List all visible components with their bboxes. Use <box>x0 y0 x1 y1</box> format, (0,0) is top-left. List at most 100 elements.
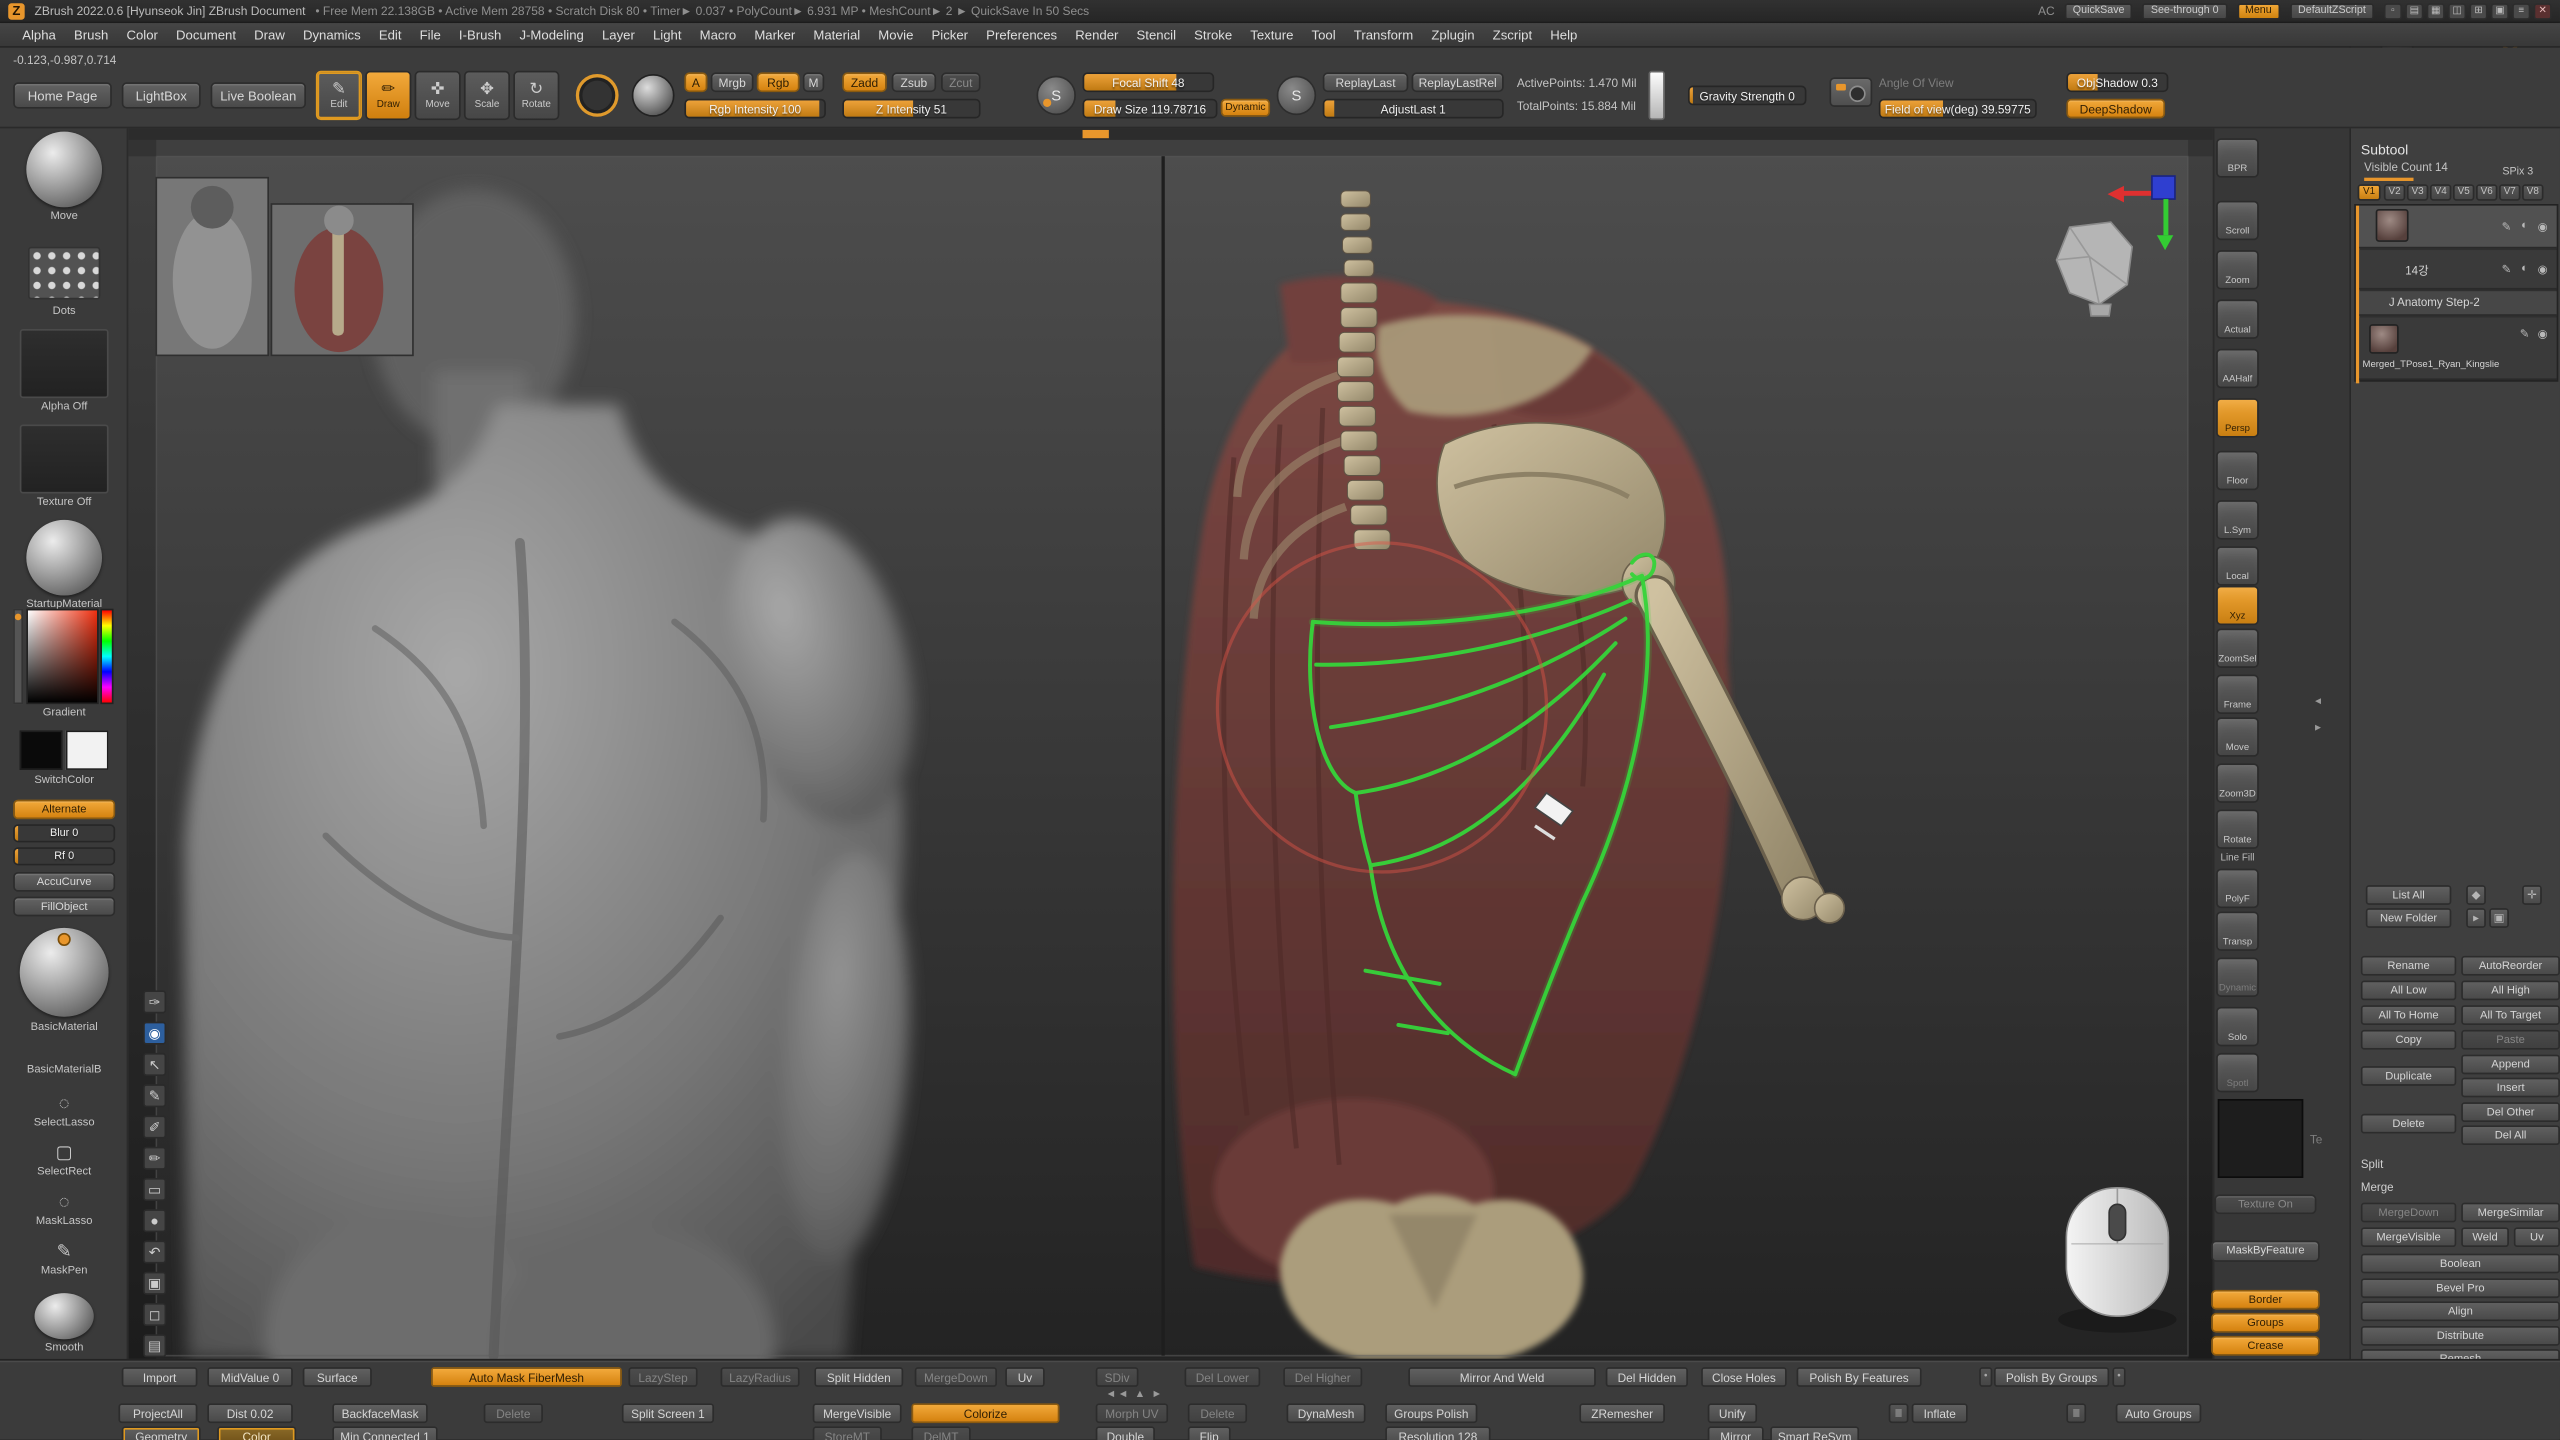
bottom-button-auto-mask-fibermesh[interactable]: Auto Mask FiberMesh <box>431 1367 622 1387</box>
variant-tab-v1[interactable]: V1 <box>2358 184 2381 200</box>
shelf-move[interactable]: Move <box>2216 717 2259 756</box>
target-icon[interactable]: ✛ <box>2522 885 2542 905</box>
see-through-slider[interactable]: See-through 0 <box>2143 2 2227 18</box>
menu-movie[interactable]: Movie <box>869 27 922 42</box>
subtool-button-uv[interactable]: Uv <box>2514 1227 2560 1247</box>
variant-tab-v8[interactable]: V8 <box>2522 184 2543 200</box>
marker-icon[interactable]: ✐ <box>143 1115 166 1138</box>
edit-pen-icon[interactable]: ✎ <box>143 1084 166 1107</box>
bottom-button-dynamesh[interactable]: DynaMesh <box>1287 1403 1366 1423</box>
secondary-color-swatch[interactable] <box>66 730 109 769</box>
tile-icon[interactable]: ⊞ <box>2469 2 2487 18</box>
shelf-solo[interactable]: Solo <box>2216 1007 2259 1046</box>
bottom-button-18[interactable]: • <box>2112 1367 2125 1387</box>
bottom-button-polish-by-groups[interactable]: Polish By Groups <box>1994 1367 2109 1387</box>
shelf-bpr[interactable]: BPR <box>2216 138 2259 177</box>
select-rect-icon[interactable]: ▢ <box>49 1142 79 1165</box>
shelf-frame[interactable]: Frame <box>2216 675 2259 714</box>
primary-color-swatch[interactable] <box>20 730 63 769</box>
image-icon[interactable]: ▤ <box>143 1334 166 1357</box>
subtool-action-new-folder[interactable]: New Folder <box>2366 908 2452 928</box>
menu-picker[interactable]: Picker <box>922 27 977 42</box>
menu-file[interactable]: File <box>411 27 450 42</box>
bottom-button-zremesher[interactable]: ZRemesher <box>1579 1403 1665 1423</box>
shelf-scroll[interactable]: Scroll <box>2216 201 2259 240</box>
menu-stroke[interactable]: Stroke <box>1185 27 1241 42</box>
menu-i-brush[interactable]: I-Brush <box>450 27 511 42</box>
subtool-button-autoreorder[interactable]: AutoReorder <box>2461 956 2560 976</box>
groups-button[interactable]: Groups <box>2211 1313 2320 1333</box>
rf-slider[interactable]: Rf 0 <box>13 847 115 865</box>
z-intensity-slider[interactable]: Z Intensity 51 <box>842 99 980 119</box>
spix-label[interactable]: SPix 3 <box>2502 166 2533 178</box>
subtool-button-distribute[interactable]: Distribute <box>2361 1326 2560 1346</box>
history-thumbnails[interactable] <box>156 178 413 356</box>
bottom-button-15[interactable]: ≣ <box>2066 1403 2086 1423</box>
menu-tool[interactable]: Tool <box>1302 27 1344 42</box>
subtool-button-merge[interactable]: Merge <box>2361 1178 2443 1198</box>
focal-shift-slider[interactable]: Focal Shift 48 <box>1083 72 1215 92</box>
select-lasso-icon[interactable]: ◌ <box>49 1092 79 1115</box>
stroke-replay-icon[interactable]: S <box>1277 76 1316 115</box>
subtool-button-all-high[interactable]: All High <box>2461 981 2560 1001</box>
eye-icon[interactable]: ◉ <box>143 1022 166 1045</box>
subtool-button-append[interactable]: Append <box>2461 1055 2560 1075</box>
pin-icon[interactable]: ▫ <box>2384 2 2402 18</box>
bottom-button-delete[interactable]: Delete <box>1188 1403 1247 1423</box>
focal-shift-icon[interactable]: S <box>1036 76 1075 115</box>
bottom-button-13[interactable]: ≣ <box>1889 1403 1909 1423</box>
menu-edit[interactable]: Edit <box>370 27 411 42</box>
menu-light[interactable]: Light <box>644 27 691 42</box>
bottom-button-geometry[interactable]: Geometry <box>122 1426 201 1440</box>
hue-strip[interactable] <box>100 609 113 704</box>
dynamic-toggle[interactable]: Dynamic <box>1221 99 1270 117</box>
bottom-button-smart-resym[interactable]: Smart ReSym <box>1770 1426 1859 1440</box>
menu-zscript[interactable]: Zscript <box>1484 27 1542 42</box>
dock-icon[interactable]: ▣ <box>2491 2 2509 18</box>
bottom-button-polish-by-features[interactable]: Polish By Features <box>1797 1367 1922 1387</box>
subtool-folder-row[interactable]: J Anatomy Step-2 <box>2359 291 2556 316</box>
subtool-action-list-all[interactable]: List All <box>2366 885 2452 905</box>
shelf-transp[interactable]: Transp <box>2216 911 2259 950</box>
zcut-button[interactable]: Zcut <box>941 72 980 92</box>
bottom-button-colorize[interactable]: Colorize <box>911 1403 1059 1423</box>
accucurve-button[interactable]: AccuCurve <box>13 872 115 892</box>
subtool-button-mergesimilar[interactable]: MergeSimilar <box>2461 1203 2560 1223</box>
bottom-button-backfacemask[interactable]: BackfaceMask <box>332 1403 427 1423</box>
mask-by-feature-button[interactable]: MaskByFeature <box>2211 1240 2320 1261</box>
subtool-button-align[interactable]: Align <box>2361 1301 2560 1321</box>
visibility-eye-icon[interactable]: ◉ <box>2535 327 2550 340</box>
stroke-thumbnail[interactable] <box>28 247 100 300</box>
shelf-l-sym[interactable]: L.Sym <box>2216 500 2259 539</box>
bottom-button-lazyradius[interactable]: LazyRadius <box>721 1367 800 1387</box>
camera-icon[interactable] <box>1829 77 1872 107</box>
menu-marker[interactable]: Marker <box>745 27 804 42</box>
mode-button-rotate[interactable]: ↻Rotate <box>513 71 559 120</box>
bottom-button-projectall[interactable]: ProjectAll <box>118 1403 197 1423</box>
deep-shadow-button[interactable]: DeepShadow <box>2066 99 2165 119</box>
subtool-button-all-low[interactable]: All Low <box>2361 981 2456 1001</box>
menu-color[interactable]: Color <box>117 27 167 42</box>
shelf-aahalf[interactable]: AAHalf <box>2216 349 2259 388</box>
subtool-button-del-all[interactable]: Del All <box>2461 1125 2560 1145</box>
mode-button-draw[interactable]: ✏Draw <box>365 71 411 120</box>
bottom-button-dist-0-02[interactable]: Dist 0.02 <box>207 1403 293 1423</box>
subtool-button-mergevisible[interactable]: MergeVisible <box>2361 1227 2456 1247</box>
alpha-thumbnail[interactable] <box>20 329 109 398</box>
bottom-button-morph-uv[interactable]: Morph UV <box>1096 1403 1168 1423</box>
mrgb-button[interactable]: Mrgb <box>711 72 754 92</box>
folder-icon[interactable]: ▣ <box>2489 908 2509 928</box>
menu-document[interactable]: Document <box>167 27 245 42</box>
subtool-button-bevel-pro[interactable]: Bevel Pro <box>2361 1278 2560 1298</box>
variant-tab-v3[interactable]: V3 <box>2407 184 2428 200</box>
bottom-button-inflate[interactable]: Inflate <box>1912 1403 1968 1423</box>
shelf-actual[interactable]: Actual <box>2216 299 2259 338</box>
variant-tab-v4[interactable]: V4 <box>2430 184 2451 200</box>
bottom-button-mergedown[interactable]: MergeDown <box>915 1367 997 1387</box>
bottom-button-del-higher[interactable]: Del Higher <box>1283 1367 1362 1387</box>
fill-object-button[interactable]: FillObject <box>13 897 115 917</box>
live-boolean-button[interactable]: Live Boolean <box>211 82 306 108</box>
mode-button-scale[interactable]: ✥Scale <box>464 71 510 120</box>
subtool-button-del-other[interactable]: Del Other <box>2461 1102 2560 1122</box>
dot-icon[interactable]: ● <box>143 1209 166 1232</box>
